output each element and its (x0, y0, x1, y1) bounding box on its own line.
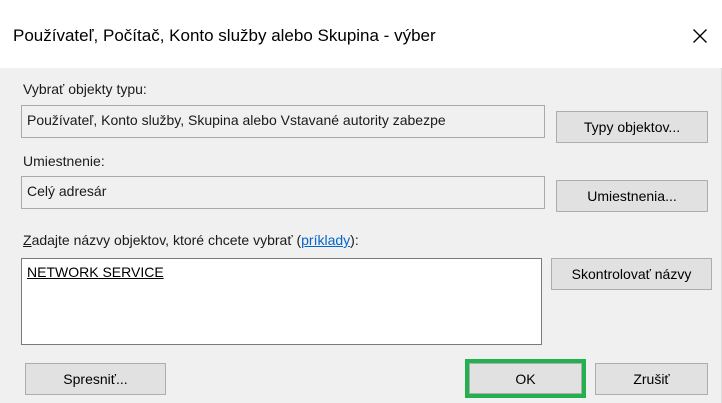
names-label-close: ): (350, 232, 359, 248)
locations-button[interactable]: Umiestnenia... (556, 180, 708, 212)
ok-button[interactable]: OK (469, 363, 582, 394)
close-button[interactable] (678, 14, 722, 58)
close-icon (693, 29, 707, 43)
object-picker-dialog: Používateľ, Počítač, Konto služby alebo … (0, 0, 722, 403)
examples-link[interactable]: príklady (301, 232, 350, 248)
object-types-label: Vybrať objekty typu: (23, 81, 147, 97)
location-field: Celý adresár (21, 176, 545, 209)
location-label: Umiestnenie: (23, 153, 105, 169)
title-bar: Používateľ, Počítač, Konto služby alebo … (0, 0, 722, 68)
names-label: Zadajte názvy objektov, ktoré chcete vyb… (23, 232, 359, 248)
check-names-button[interactable]: Skontrolovať názvy (551, 258, 712, 290)
object-names-input[interactable]: NETWORK SERVICE (21, 258, 542, 345)
object-types-button[interactable]: Typy objektov... (556, 111, 708, 143)
names-label-accesskey: Z (23, 232, 32, 248)
names-label-text: adajte názvy objektov, ktoré chcete vybr… (31, 232, 302, 248)
dialog-title: Používateľ, Počítač, Konto služby alebo … (13, 26, 436, 45)
object-types-field: Používateľ, Konto služby, Skupina alebo … (21, 105, 545, 138)
resolved-name-entry: NETWORK SERVICE (27, 264, 164, 280)
advanced-button[interactable]: Spresniť... (25, 363, 166, 395)
cancel-button[interactable]: Zrušiť (595, 363, 708, 395)
